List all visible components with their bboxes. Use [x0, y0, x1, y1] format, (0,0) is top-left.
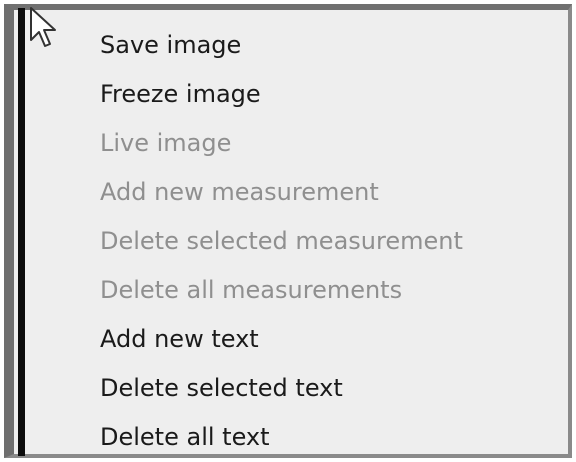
menu-item-delete-all-measurements: Delete all measurements	[100, 276, 403, 304]
context-menu: Save image Freeze image Live image Add n…	[4, 4, 572, 458]
menu-list: Save image Freeze image Live image Add n…	[100, 21, 568, 462]
menu-item-delete-selected-measurement: Delete selected measurement	[100, 227, 463, 255]
menu-item-add-new-text[interactable]: Add new text	[100, 315, 568, 364]
arrow-cursor-icon	[30, 7, 56, 47]
menu-item-add-new-measurement: Add new measurement	[100, 178, 379, 206]
menu-item-delete-selected-text[interactable]: Delete selected text	[100, 364, 568, 413]
menu-item-freeze-image[interactable]: Freeze image	[100, 70, 568, 119]
menu-item-delete-all-text[interactable]: Delete all text	[100, 413, 568, 462]
menu-item-live-image: Live image	[100, 129, 232, 157]
menu-item-save-image[interactable]: Save image	[100, 21, 568, 70]
